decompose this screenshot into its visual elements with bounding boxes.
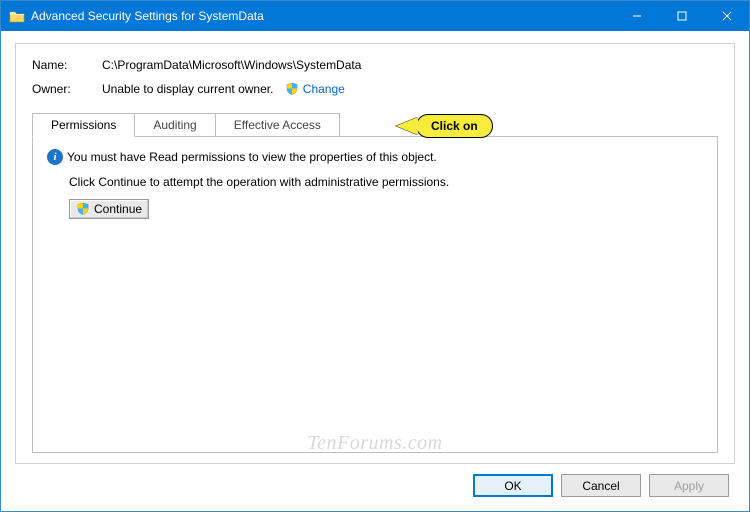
- owner-value: Unable to display current owner.: [102, 82, 273, 96]
- tab-auditing[interactable]: Auditing: [134, 113, 215, 137]
- continue-button-label: Continue: [94, 202, 142, 216]
- maximize-button[interactable]: [659, 1, 704, 31]
- inner-panel: Name: C:\ProgramData\Microsoft\Windows\S…: [15, 43, 735, 464]
- ok-button[interactable]: OK: [473, 474, 553, 497]
- tab-effective-access[interactable]: Effective Access: [215, 113, 340, 137]
- folder-icon: [9, 8, 25, 24]
- tab-body: i You must have Read permissions to view…: [32, 136, 718, 453]
- cancel-button[interactable]: Cancel: [561, 474, 641, 497]
- tab-strip: Permissions Auditing Effective Access: [32, 113, 718, 137]
- dialog-footer: OK Cancel Apply: [15, 464, 735, 503]
- name-value: C:\ProgramData\Microsoft\Windows\SystemD…: [102, 58, 361, 72]
- titlebar: Advanced Security Settings for SystemDat…: [1, 1, 749, 31]
- tab-permissions[interactable]: Permissions: [32, 113, 135, 137]
- apply-button: Apply: [649, 474, 729, 497]
- minimize-button[interactable]: [614, 1, 659, 31]
- security-settings-window: Advanced Security Settings for SystemDat…: [0, 0, 750, 512]
- owner-label: Owner:: [32, 82, 102, 96]
- continue-hint: Click Continue to attempt the operation …: [69, 175, 703, 189]
- name-label: Name:: [32, 58, 102, 72]
- owner-row: Owner: Unable to display current owner. …: [32, 82, 718, 96]
- change-owner-link[interactable]: Change: [303, 82, 345, 96]
- uac-shield-icon: [76, 202, 90, 216]
- info-text: You must have Read permissions to view t…: [67, 150, 437, 164]
- uac-shield-icon: [285, 82, 299, 96]
- info-icon: i: [47, 149, 63, 165]
- content-area: Name: C:\ProgramData\Microsoft\Windows\S…: [1, 31, 749, 511]
- continue-button[interactable]: Continue: [69, 199, 149, 219]
- name-row: Name: C:\ProgramData\Microsoft\Windows\S…: [32, 58, 718, 72]
- window-title: Advanced Security Settings for SystemDat…: [31, 9, 614, 23]
- close-button[interactable]: [704, 1, 749, 31]
